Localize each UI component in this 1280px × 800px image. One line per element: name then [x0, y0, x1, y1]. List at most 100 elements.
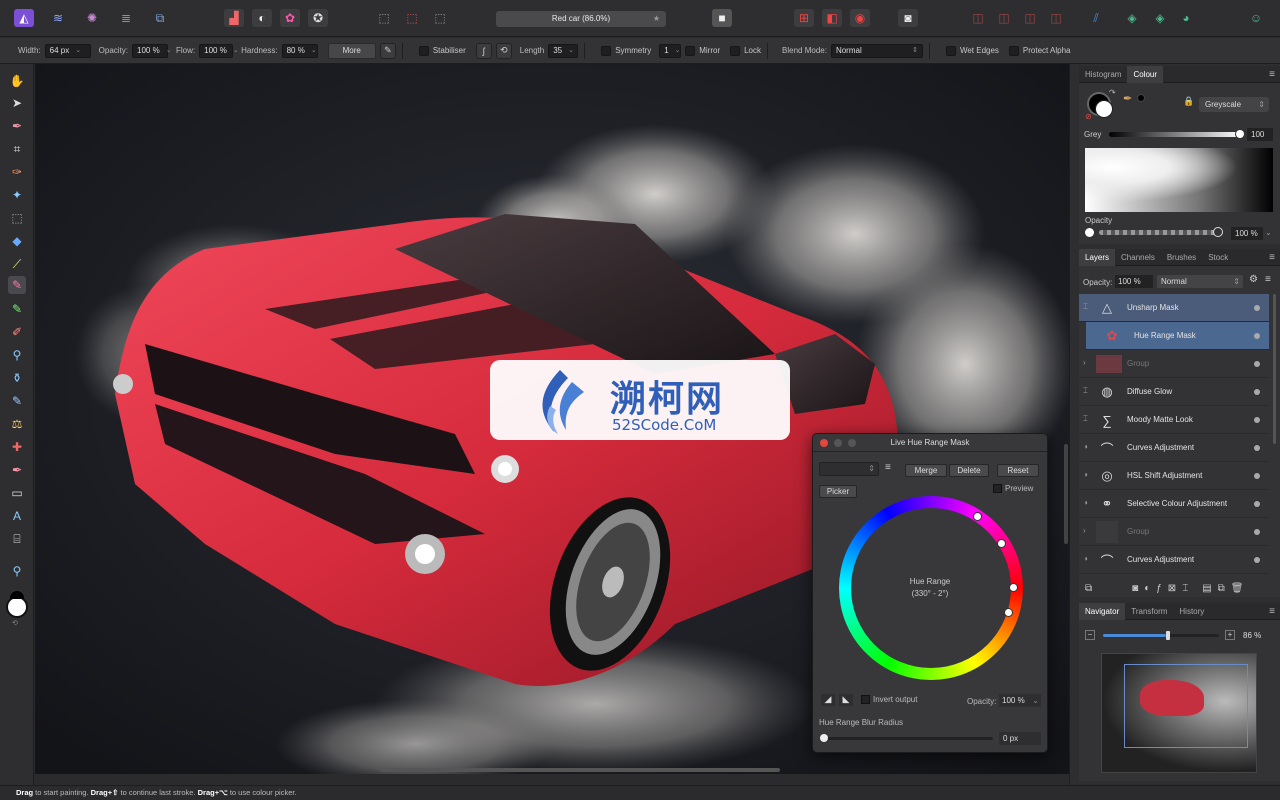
arrange-forward-icon[interactable]: ◫	[1020, 9, 1040, 27]
boolean-add-icon[interactable]: ◈	[1122, 9, 1142, 27]
greyscale-picker-area[interactable]	[1085, 148, 1273, 212]
layer-blend-select[interactable]: Normal ⇕	[1157, 275, 1243, 288]
arrange-front-icon[interactable]: ◫	[1046, 9, 1066, 27]
blur-radius-value[interactable]: 0 px	[999, 732, 1041, 745]
tab-colour[interactable]: Colour	[1127, 65, 1164, 83]
star-icon[interactable]: ★	[653, 11, 660, 27]
merge-button[interactable]: Merge	[905, 464, 947, 477]
visibility-dot[interactable]	[1254, 529, 1260, 535]
navigator-preview[interactable]	[1101, 653, 1257, 773]
stroke-colour-well[interactable]	[1095, 100, 1113, 118]
visibility-dot[interactable]	[1254, 473, 1260, 479]
gradient-tool-icon[interactable]: ⟋	[8, 255, 26, 273]
selection-clear-icon[interactable]: ⬚	[402, 9, 422, 27]
hand-tool-icon[interactable]: ✋	[8, 72, 26, 90]
pixel-layer-icon[interactable]: ⌶	[1182, 583, 1188, 594]
healing-tool-icon[interactable]: ⚖	[8, 415, 26, 433]
preset-menu-icon[interactable]: ≡	[885, 462, 891, 473]
lock-icon[interactable]: 🔒	[1183, 96, 1194, 107]
panel-menu-icon[interactable]: ≡	[1269, 606, 1275, 617]
user-icon[interactable]: ☺	[1246, 9, 1266, 27]
length-field[interactable]: 35 ⌄	[548, 43, 579, 58]
layer-row[interactable]: › Group	[1079, 350, 1269, 378]
auto-colour-icon[interactable]: ✿	[280, 9, 300, 27]
visibility-dot[interactable]	[1254, 305, 1260, 311]
tab-brushes[interactable]: Brushes	[1161, 249, 1202, 266]
tone-mapping-persona-icon[interactable]: ≣	[116, 9, 136, 27]
zoom-in-icon[interactable]: +	[1225, 630, 1235, 640]
falloff-curve-icon[interactable]: ◣	[839, 694, 853, 706]
opacity-value[interactable]: 100 %	[1231, 227, 1263, 240]
mesh-warp-tool-icon[interactable]: ⌸	[8, 530, 26, 548]
mirror-checkbox[interactable]	[685, 45, 696, 56]
panel-menu-icon[interactable]: ≡	[1269, 252, 1275, 263]
invert-output-checkbox[interactable]	[861, 695, 870, 704]
vertical-scrollbar[interactable]	[1064, 444, 1068, 544]
align-icon[interactable]: ⫽	[1086, 9, 1106, 27]
layer-expand-icon[interactable]: ⌶	[1083, 302, 1088, 312]
document-title-field[interactable]: Red car (86.0%) ★	[496, 11, 666, 27]
develop-persona-icon[interactable]: ✺	[82, 9, 102, 27]
hue-wheel[interactable]	[839, 496, 1023, 680]
dodge-tool-icon[interactable]: ⚲	[8, 346, 26, 364]
layer-expand-icon[interactable]: ⌶	[1083, 414, 1088, 424]
lock-checkbox[interactable]	[730, 45, 741, 56]
panel-menu-icon[interactable]: ≡	[1269, 69, 1275, 80]
hue-range-handle[interactable]	[1004, 608, 1013, 617]
swap-colours-icon[interactable]: ↷	[1109, 88, 1116, 97]
grey-slider-handle[interactable]	[1235, 129, 1245, 139]
adjustment-layer-icon[interactable]: ◐	[1144, 583, 1150, 594]
visibility-dot[interactable]	[1254, 557, 1260, 563]
dialog-opacity-field[interactable]: 100 % ⌄	[999, 694, 1041, 707]
grey-slider[interactable]	[1109, 129, 1245, 139]
blur-radius-handle[interactable]	[820, 734, 828, 742]
paint-brush-tool-icon[interactable]: ✎	[8, 276, 26, 294]
live-filter-icon[interactable]: ⊠	[1168, 583, 1176, 594]
layer-row[interactable]: › Group	[1079, 518, 1269, 546]
falloff-linear-icon[interactable]: ◢	[821, 694, 835, 706]
opacity-field[interactable]: 100 % ⌄	[132, 43, 172, 58]
export-persona-icon[interactable]: ⧉	[150, 9, 170, 27]
tab-histogram[interactable]: Histogram	[1079, 66, 1127, 83]
chat-icon[interactable]: ◙	[898, 9, 918, 27]
trash-icon[interactable]: 🗑	[1231, 583, 1244, 594]
quick-mask-icon[interactable]: ■	[712, 9, 732, 27]
opacity-slider[interactable]	[1099, 227, 1223, 237]
preview-checkbox[interactable]	[993, 484, 1002, 493]
opacity-slider-handle[interactable]	[1213, 227, 1223, 237]
auto-white-balance-icon[interactable]: ✪	[308, 9, 328, 27]
tab-layers[interactable]: Layers	[1079, 248, 1116, 266]
chevron-down-icon[interactable]: ⌄	[1265, 228, 1272, 237]
boolean-subtract-icon[interactable]: ◈	[1150, 9, 1170, 27]
brush-settings-icon[interactable]: ✎	[379, 42, 396, 59]
layer-menu-icon[interactable]: ≡	[1265, 274, 1271, 285]
visibility-dot[interactable]	[1254, 361, 1260, 367]
visibility-dot[interactable]	[1254, 389, 1260, 395]
duplicate-icon[interactable]: ⧉	[1218, 583, 1225, 594]
clone-tool-icon[interactable]: ⚱	[8, 369, 26, 387]
width-field[interactable]: 64 px ⌄	[44, 43, 91, 58]
layer-row[interactable]: ◑ ⌒ Curves Adjustment	[1079, 434, 1269, 462]
layer-lock-icon[interactable]: ◑	[1083, 554, 1088, 563]
flood-fill-tool-icon[interactable]: ◆	[8, 232, 26, 250]
pen-tool-icon[interactable]: ✒	[8, 461, 26, 479]
hue-range-handle[interactable]	[997, 539, 1006, 548]
navigator-viewport[interactable]	[1124, 664, 1248, 748]
colour-picker-tool-icon[interactable]: ✒	[8, 117, 26, 135]
pixel-tool-icon[interactable]: ✎	[8, 300, 26, 318]
arrange-backward-icon[interactable]: ◫	[994, 9, 1014, 27]
secondary-colour-swatch[interactable]	[10, 591, 24, 599]
assistant-icon[interactable]: ◉	[850, 9, 870, 27]
blur-tool-icon[interactable]: ✎	[8, 392, 26, 410]
layers-scrollbar[interactable]	[1273, 294, 1276, 444]
symmetry-field[interactable]: 1 ⌄	[659, 43, 682, 58]
fx-icon[interactable]: ƒ	[1156, 583, 1162, 594]
layer-row[interactable]: ⌶ △ Unsharp Mask	[1079, 294, 1269, 322]
auto-contrast-icon[interactable]: ◐	[252, 9, 272, 27]
levels-icon[interactable]: ▟	[224, 9, 244, 27]
no-colour-icon[interactable]: ⊘	[1085, 112, 1092, 121]
visibility-dot[interactable]	[1254, 417, 1260, 423]
tab-channels[interactable]: Channels	[1115, 249, 1161, 266]
layer-row[interactable]: ✿ Hue Range Mask	[1086, 322, 1269, 350]
blend-mode-select[interactable]: Normal ⇕	[830, 43, 923, 58]
